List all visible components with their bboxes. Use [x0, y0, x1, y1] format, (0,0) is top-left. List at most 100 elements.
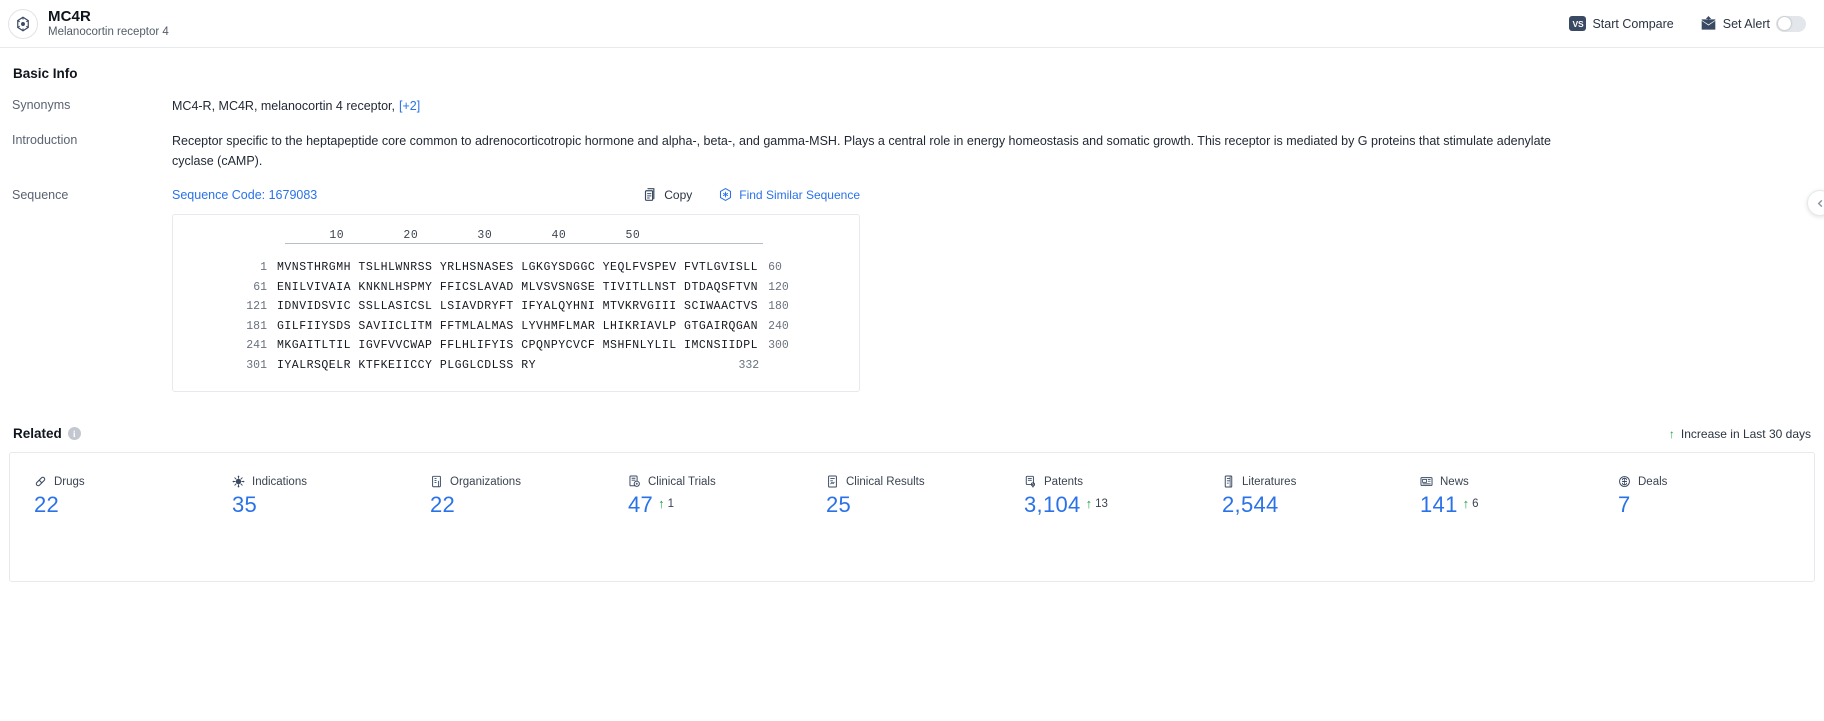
- stat-value-row: 47 ↑ 1: [628, 492, 802, 517]
- synonyms-label: Synonyms: [12, 98, 71, 112]
- sequence-end-index: 300: [768, 339, 789, 353]
- stat-label-text: Clinical Trials: [648, 475, 716, 488]
- set-alert-control[interactable]: Set Alert: [1700, 15, 1806, 32]
- stat-card-clinical-trials[interactable]: Clinical Trials 47 ↑ 1: [604, 467, 802, 527]
- stat-delta: ↑ 6: [1463, 497, 1479, 510]
- find-similar-label: Find Similar Sequence: [739, 187, 860, 202]
- sequence-line: 301 IYALRSQELR KTFKEIICCY PLGGLCDLSS RY 3…: [189, 356, 843, 376]
- news-icon: [1420, 475, 1433, 488]
- stat-delta: ↑ 1: [658, 497, 674, 510]
- arrow-up-icon: ↑: [1085, 496, 1093, 512]
- entity-titles: MC4R Melanocortin receptor 4: [48, 8, 169, 39]
- sequence-end-index: 332: [738, 358, 760, 372]
- sequence-start-index: 181: [246, 319, 267, 333]
- stat-label-text: News: [1440, 475, 1469, 488]
- find-similar-sequence-button[interactable]: Find Similar Sequence: [718, 187, 860, 202]
- stat-card-literatures[interactable]: Literatures 2,544: [1198, 467, 1396, 527]
- stat-value-row: 22: [430, 492, 604, 517]
- sequence-line: 1 MVNSTHRGMH TSLHLWNRSS YRLHSNASES LGKGYS…: [189, 258, 843, 278]
- set-alert-toggle[interactable]: [1776, 15, 1806, 32]
- stat-label-text: Patents: [1044, 475, 1083, 488]
- stat-label-row: Organizations: [430, 475, 604, 488]
- stat-label-text: Organizations: [450, 475, 521, 488]
- deal-icon: [1618, 475, 1631, 488]
- stat-label-text: Indications: [252, 475, 307, 488]
- stat-card-patents[interactable]: Patents 3,104 ↑ 13: [1000, 467, 1198, 527]
- sequence-panel: Sequence Code: 1679083 Copy Find Similar…: [172, 187, 860, 393]
- organization-icon: [430, 475, 443, 488]
- entity-header: MC4R Melanocortin receptor 4: [8, 8, 169, 39]
- alert-envelope-icon: [1700, 16, 1717, 31]
- sequence-line: 241 MKGAITLTIL IGVFVVCWAP FFLHLIFYIS CPQN…: [189, 336, 843, 356]
- vs-icon: VS: [1569, 16, 1587, 31]
- stat-label-text: Literatures: [1242, 475, 1297, 488]
- introduction-label: Introduction: [12, 133, 78, 148]
- sequence-tools: Copy Find Similar Sequence: [643, 187, 860, 202]
- stat-delta-value: 1: [667, 497, 674, 510]
- stat-card-organizations[interactable]: Organizations 22: [406, 467, 604, 527]
- sequence-start-index: 121: [246, 300, 267, 314]
- sequence-code-link[interactable]: Sequence Code: 1679083: [172, 188, 317, 202]
- stat-value: 3,104: [1024, 492, 1081, 518]
- copy-icon: [643, 187, 658, 202]
- sequence-start-index: 241: [246, 339, 267, 353]
- stat-value: 7: [1618, 492, 1631, 518]
- stat-label-row: Indications: [232, 475, 406, 488]
- synonyms-more-link[interactable]: [+2]: [399, 99, 420, 113]
- arrow-up-icon: ↑: [1462, 496, 1470, 512]
- introduction-row: Introduction Receptor specific to the he…: [9, 132, 1815, 171]
- stat-value: 22: [34, 492, 60, 518]
- start-compare-label: Start Compare: [1592, 16, 1674, 31]
- copy-button[interactable]: Copy: [643, 187, 692, 202]
- sequence-start-index: 301: [246, 358, 267, 372]
- related-title: Related: [13, 426, 62, 442]
- sequence-residues: MVNSTHRGMH TSLHLWNRSS YRLHSNASES LGKGYSD…: [277, 261, 759, 275]
- start-compare-button[interactable]: VS Start Compare: [1569, 16, 1674, 31]
- stat-card-indications[interactable]: Indications 35: [208, 467, 406, 527]
- sequence-viewer: 10 20 30 40 50 1 MVNSTHRGMH TSLHLWNRSS YR…: [172, 214, 860, 393]
- sequence-end-index: 120: [768, 280, 789, 294]
- related-stats-card: Drugs 22 Indications 35 Organizations 22 Clini…: [9, 452, 1815, 583]
- sequence-residues: MKGAITLTIL IGVFVVCWAP FFLHLIFYIS CPQNPYC…: [277, 339, 759, 353]
- sequence-start-index: 61: [253, 280, 267, 294]
- literature-icon: [1222, 475, 1235, 488]
- stat-card-deals[interactable]: Deals 7: [1594, 467, 1792, 527]
- info-icon[interactable]: i: [67, 427, 81, 441]
- sequence-toolbar: Sequence Code: 1679083 Copy Find Similar…: [172, 187, 860, 202]
- stat-label-text: Deals: [1638, 475, 1668, 488]
- stat-label-row: Literatures: [1222, 475, 1396, 488]
- content-area: Basic Info Synonyms MC4-R, MC4R, melanoc…: [0, 48, 1824, 583]
- stat-card-drugs[interactable]: Drugs 22: [10, 467, 208, 527]
- page: MC4R Melanocortin receptor 4 VS Start Co…: [0, 0, 1824, 583]
- sequence-residues: IYALRSQELR KTFKEIICCY PLGGLCDLSS RY: [277, 358, 729, 372]
- stat-card-clinical-results[interactable]: Clinical Results 25: [802, 467, 1000, 527]
- sequence-residues: IDNVIDSVIC SSLLASICSL LSIAVDRYFT IFYALQY…: [277, 300, 759, 314]
- pill-icon: [34, 475, 47, 488]
- sequence-line: 181 GILFIIYSDS SAVIICLITM FFTMLALMAS LYVH…: [189, 317, 843, 337]
- stat-value: 25: [826, 492, 852, 518]
- set-alert-label: Set Alert: [1722, 16, 1770, 31]
- sequence-residues: GILFIIYSDS SAVIICLITM FFTMLALMAS LYVHMFL…: [277, 319, 759, 333]
- stat-label-text: Clinical Results: [846, 475, 925, 488]
- page-title: MC4R: [48, 7, 91, 25]
- basic-info-title: Basic Info: [13, 66, 78, 81]
- sequence-start-index: 1: [260, 261, 267, 275]
- synonyms-value-wrap: MC4-R, MC4R, melanocortin 4 receptor, [+2…: [172, 97, 420, 116]
- arrow-up-icon: ↑: [658, 496, 665, 512]
- stat-value-row: 35: [232, 492, 406, 517]
- clinical-result-icon: [826, 475, 839, 488]
- stat-value: 22: [430, 492, 456, 518]
- stat-value-row: 25: [826, 492, 1000, 517]
- introduction-value: Receptor specific to the heptapeptide co…: [172, 134, 1551, 168]
- sequence-end-index: 240: [768, 319, 789, 333]
- top-bar-actions: VS Start Compare Set Alert: [1569, 15, 1806, 32]
- stat-card-news[interactable]: News 141 ↑ 6: [1396, 467, 1594, 527]
- sequence-label: Sequence: [12, 188, 69, 203]
- stat-label-row: Patents: [1024, 475, 1198, 488]
- stat-delta-value: 6: [1472, 497, 1479, 510]
- synonyms-row: Synonyms MC4-R, MC4R, melanocortin 4 rec…: [9, 97, 1815, 116]
- stat-value: 35: [232, 492, 258, 518]
- clinical-trial-icon: [628, 475, 641, 488]
- sequence-row: Sequence Sequence Code: 1679083 Copy Fin…: [9, 187, 1815, 393]
- virus-icon: [232, 475, 245, 488]
